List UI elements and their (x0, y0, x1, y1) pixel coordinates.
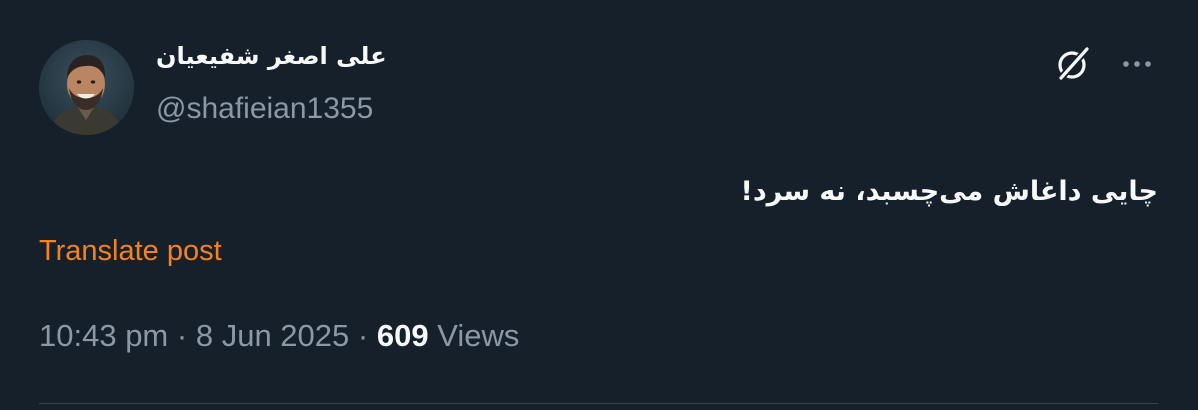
tweet-time[interactable]: 10:43 pm (39, 318, 168, 353)
tweet-date[interactable]: 8 Jun 2025 (196, 318, 349, 353)
avatar-photo (39, 40, 134, 135)
meta-separator: · (176, 318, 188, 353)
tweet-meta: 10:43 pm · 8 Jun 2025 · 609 Views (39, 318, 519, 354)
views-label: Views (437, 318, 520, 353)
translate-post-link[interactable]: Translate post (39, 235, 222, 268)
views-count[interactable]: 609 (377, 318, 429, 353)
avatar[interactable] (39, 40, 134, 135)
divider (39, 403, 1158, 404)
more-icon[interactable] (1117, 52, 1157, 76)
author-display-name[interactable]: علی اصغر شفیعیان (156, 42, 387, 70)
meta-separator: · (357, 318, 369, 353)
author-handle[interactable]: @shafieian1355 (156, 92, 373, 126)
tweet-text: چایی داغاش می‌چسبد، نه سرد! (740, 176, 1158, 207)
grok-icon[interactable] (1053, 44, 1093, 84)
